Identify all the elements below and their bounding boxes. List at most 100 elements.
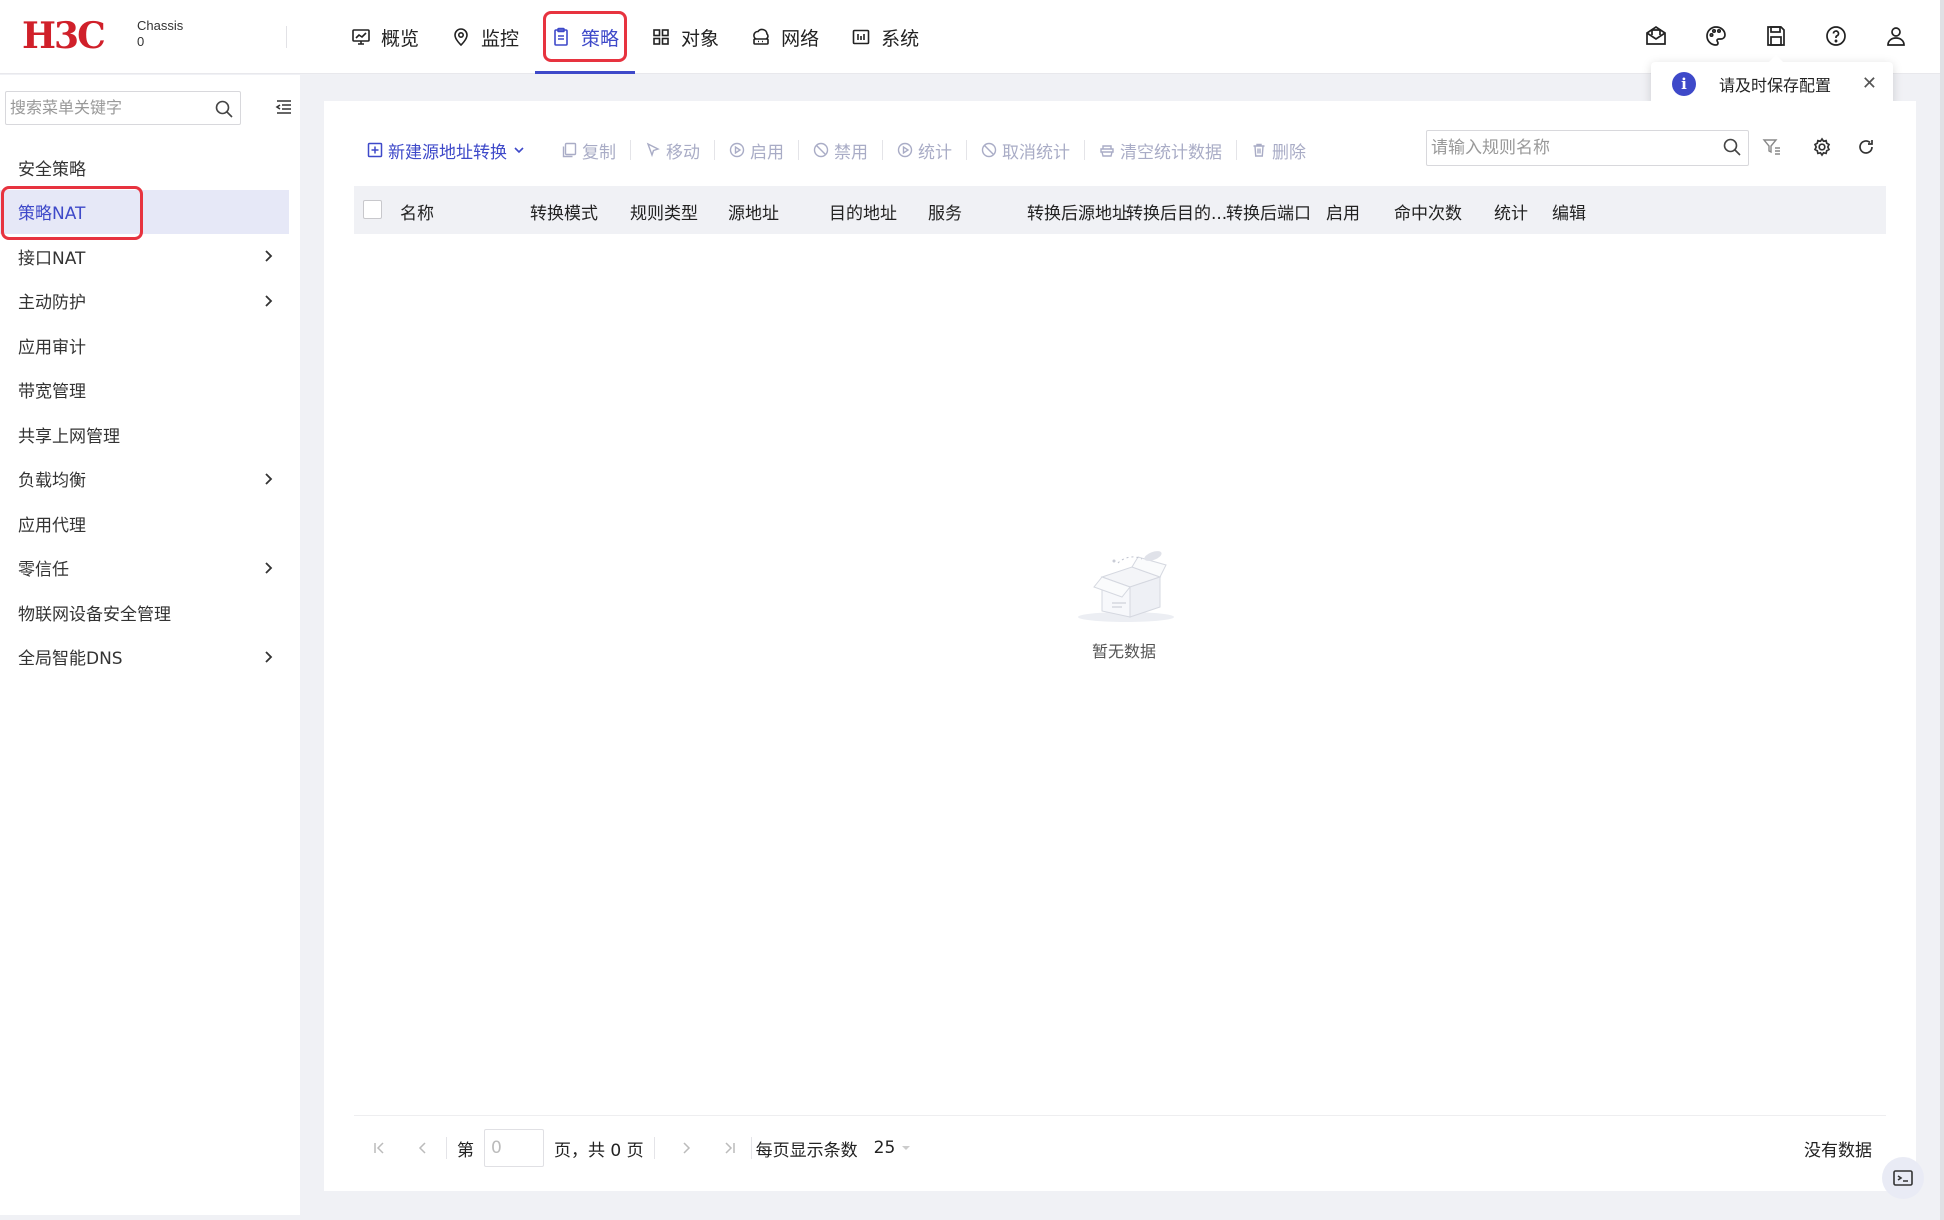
per-page-select[interactable]: 25 [874,1138,912,1158]
sidebar-item-zero-trust[interactable]: 零信任 [0,546,289,591]
sidebar-item-label: 负载均衡 [18,471,86,492]
collapse-menu-icon[interactable] [274,97,294,121]
sidebar-item-label: 物联网设备安全管理 [18,604,171,625]
eraser-icon [1099,142,1115,158]
nav-monitor[interactable]: 监控 [435,0,535,74]
mail-icon[interactable] [1642,22,1670,50]
new-source-nat-button[interactable]: 新建源地址转换 [367,138,539,163]
window-edge [1940,0,1944,1220]
column-header[interactable]: 名称 [400,199,434,224]
terminal-icon[interactable] [1882,1157,1924,1199]
sidebar-item-app-audit[interactable]: 应用审计 [0,323,289,368]
enable-label: 启用 [750,142,784,163]
sidebar-item-label: 应用审计 [18,337,86,358]
new-source-nat-label: 新建源地址转换 [388,142,507,163]
nav-policy-highlight [543,11,628,62]
search-icon[interactable] [1722,137,1742,161]
column-header[interactable]: 启用 [1326,199,1360,224]
first-page-icon[interactable] [368,1141,390,1155]
column-header[interactable]: 命中次数 [1394,199,1462,224]
add-box-icon [367,142,383,158]
column-header[interactable]: 规则类型 [630,199,698,224]
stats-button[interactable]: 统计 [883,138,966,163]
header-divider [286,26,287,48]
pagination-divider [750,1137,752,1159]
sidebar-item-shared-access[interactable]: 共享上网管理 [0,412,289,457]
per-page-value: 25 [873,1138,896,1158]
sidebar-item-policy-nat[interactable]: 策略NAT [0,185,289,240]
sidebar-item-interface-nat[interactable]: 接口NAT [0,234,289,279]
refresh-icon[interactable] [1856,137,1876,161]
move-button[interactable]: 移动 [631,138,714,163]
rule-search [1426,130,1749,166]
column-header[interactable]: 转换后源地址 [1027,199,1129,224]
select-all-checkbox[interactable] [363,200,382,219]
pagination-divider [653,1137,655,1159]
help-icon[interactable] [1822,22,1850,50]
nav-object[interactable]: 对象 [635,0,735,74]
user-icon[interactable] [1882,22,1910,50]
sidebar-item-app-proxy[interactable]: 应用代理 [0,501,289,546]
enable-button[interactable]: 启用 [715,138,798,163]
sidebar-menu: 安全策略 策略NAT 接口NAT 主动防护 应用审计 带宽管理 共享上网管理 负… [0,145,289,679]
column-header[interactable]: 转换后端口 [1226,199,1311,224]
filter-icon[interactable] [1762,137,1782,161]
main-nav: 概览 监控 策略 对象 网络 系统 [335,0,935,74]
empty-state-text: 暂无数据 [1092,642,1157,661]
chevron-right-icon [261,471,275,491]
sidebar-item-active-defense[interactable]: 主动防护 [0,279,289,324]
chevron-right-icon [261,293,275,313]
sidebar-item-label: 共享上网管理 [18,426,120,447]
sidebar-item-security-policy[interactable]: 安全策略 [0,145,289,190]
menu-search [5,91,241,125]
page-number-input[interactable]: 0 [484,1129,544,1167]
sidebar-item-global-dns[interactable]: 全局智能DNS [0,635,289,680]
chevron-right-icon [261,649,275,669]
disable-button[interactable]: 禁用 [799,138,882,163]
pagination-divider [354,1115,1886,1116]
play-circle-icon [897,142,913,158]
cursor-icon [645,142,661,158]
settings-icon[interactable] [1812,137,1832,161]
last-page-icon[interactable] [719,1141,741,1155]
clear-stats-label: 清空统计数据 [1120,142,1222,163]
column-header[interactable]: 统计 [1494,199,1528,224]
nav-system[interactable]: 系统 [835,0,935,74]
column-header[interactable]: 目的地址 [829,199,897,224]
nav-overview[interactable]: 概览 [335,0,435,74]
column-header[interactable]: 编辑 [1552,199,1586,224]
sidebar-item-label: 安全策略 [18,159,86,180]
delete-button[interactable]: 删除 [1237,138,1320,163]
copy-button[interactable]: 复制 [547,138,630,163]
pagination-divider [446,1137,447,1159]
column-header[interactable]: 源地址 [728,199,779,224]
chevron-right-icon [261,560,275,580]
nav-policy[interactable]: 策略 [535,0,636,74]
close-icon[interactable]: ✕ [1862,73,1877,94]
rule-search-input[interactable] [1427,131,1697,165]
sidebar-item-bandwidth[interactable]: 带宽管理 [0,368,289,413]
pagination: 第 0 页，共 0 页 每页显示条数 25 [368,1127,911,1169]
sidebar-item-highlight [1,185,143,240]
cancel-stats-button[interactable]: 取消统计 [967,138,1084,163]
empty-box-icon [1064,541,1184,635]
column-header[interactable]: 服务 [928,199,962,224]
h3c-logo: H3C [22,15,106,57]
column-header[interactable]: 转换后目的... [1126,199,1227,224]
trash-icon [1251,142,1267,158]
menu-search-input[interactable] [10,92,200,123]
sidebar-item-iot-security[interactable]: 物联网设备安全管理 [0,590,289,635]
nav-system-label: 系统 [881,27,920,50]
palette-icon[interactable] [1702,22,1730,50]
clear-stats-button[interactable]: 清空统计数据 [1085,138,1236,163]
column-header[interactable]: 转换模式 [530,199,598,224]
nav-network[interactable]: 网络 [735,0,835,74]
search-icon[interactable] [214,98,234,130]
next-page-icon[interactable] [675,1141,697,1155]
sidebar-item-load-balancing[interactable]: 负载均衡 [0,457,289,502]
save-icon[interactable] [1762,22,1790,50]
prev-page-icon[interactable] [412,1141,434,1155]
nav-network-label: 网络 [781,27,820,50]
play-circle-icon [729,142,745,158]
device-chassis-label: Chassis [137,18,184,33]
